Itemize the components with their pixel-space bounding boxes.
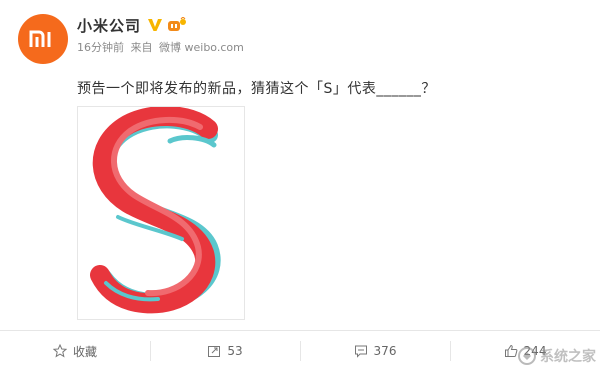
- post-time[interactable]: 16分钟前: [77, 41, 124, 54]
- repost-icon: [208, 346, 221, 357]
- watermark: 系统之家: [518, 346, 596, 366]
- verified-icon[interactable]: [147, 17, 163, 33]
- comment-count: 376: [373, 344, 397, 358]
- star-icon: [52, 344, 67, 358]
- watermark-logo-icon: [518, 347, 536, 365]
- post-image[interactable]: [77, 106, 245, 320]
- repost-count: 53: [227, 344, 243, 358]
- vip-icon[interactable]: [167, 17, 187, 33]
- weibo-post: 小米公司 16分钟前 来自 微博 weibo.com 预告一个即将发布的新品，猜…: [0, 0, 600, 371]
- thumbs-up-icon: [504, 344, 517, 357]
- comment-icon: [354, 345, 367, 358]
- watermark-text: 系统之家: [540, 349, 596, 365]
- favorite-label: 收藏: [72, 344, 97, 359]
- post-meta: 16分钟前 来自 微博 weibo.com: [77, 39, 247, 55]
- post-header: 小米公司 16分钟前 来自 微博 weibo.com: [77, 14, 247, 55]
- source-prefix: 来自: [130, 41, 153, 54]
- mi-logo-icon: [29, 30, 51, 47]
- favorite-button[interactable]: 收藏: [0, 331, 150, 371]
- action-bar: 收藏 53 376 244: [0, 330, 600, 371]
- avatar[interactable]: [18, 14, 68, 64]
- repost-button[interactable]: 53: [150, 331, 300, 371]
- comment-button[interactable]: 376: [300, 331, 450, 371]
- post-text: 预告一个即将发布的新品，猜猜这个「S」代表______？: [77, 81, 436, 97]
- s-brushstroke-image: [90, 107, 221, 314]
- author-name[interactable]: 小米公司: [77, 15, 141, 36]
- post-source[interactable]: 微博 weibo.com: [159, 41, 244, 54]
